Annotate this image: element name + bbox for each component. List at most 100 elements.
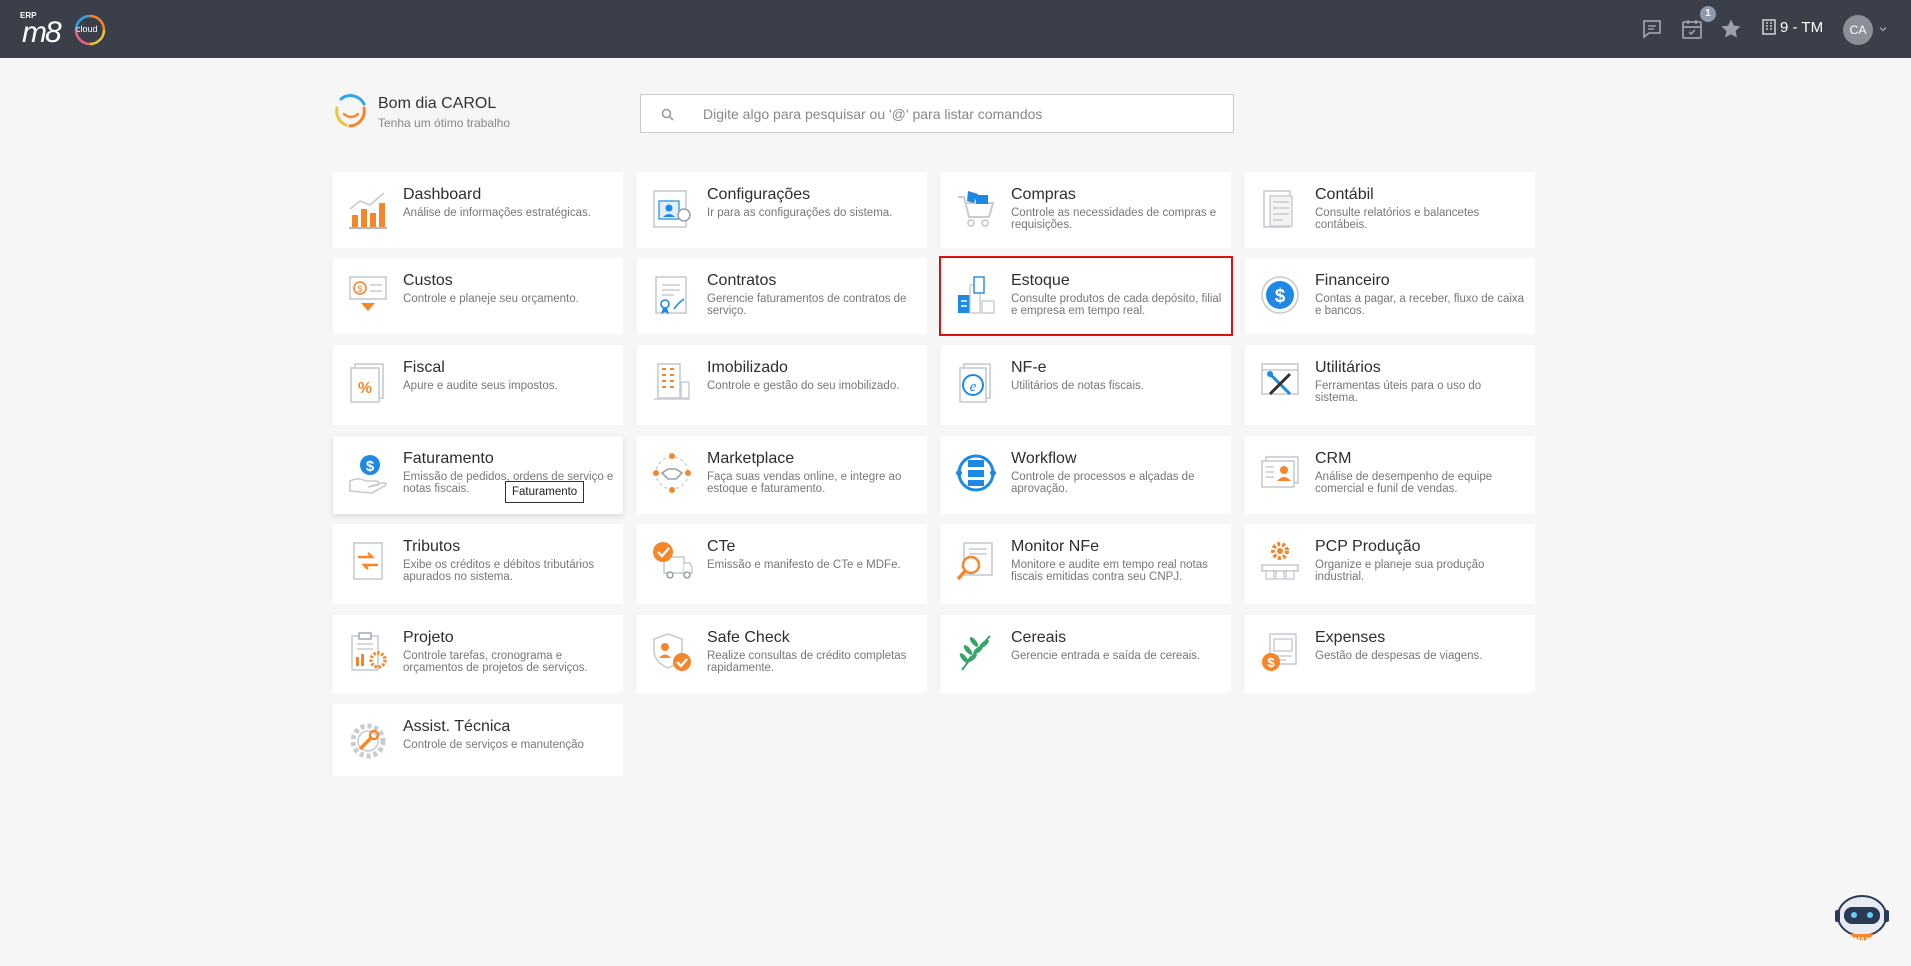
chat-icon[interactable] bbox=[1640, 17, 1664, 41]
greeting-logo-icon bbox=[335, 94, 366, 128]
module-card-pcp-producao[interactable]: PCP Produção Organize e planeje sua produ… bbox=[1245, 524, 1535, 604]
module-card-cereais[interactable]: Cereais Gerencie entrada e saída de cerea… bbox=[941, 615, 1231, 693]
module-title: Configurações bbox=[707, 186, 811, 203]
module-description: Ferramentas úteis para o uso do sistema. bbox=[1315, 380, 1482, 404]
max-assistant-bot[interactable]: MAX bbox=[1832, 890, 1892, 948]
module-description: Gerencie faturamentos de contratos de se… bbox=[707, 293, 907, 317]
module-description: Análise de desempenho de equipe comercia… bbox=[1315, 471, 1493, 495]
svg-text:e: e bbox=[970, 379, 977, 395]
module-card-imobilizado[interactable]: Imobilizado Controle e gestão do seu imob… bbox=[637, 345, 927, 425]
module-card-workflow[interactable]: Workflow Controle de processos e alçadas … bbox=[941, 436, 1231, 514]
contract-icon bbox=[655, 276, 687, 314]
module-card-financeiro[interactable]: $ Financeiro Contas a pagar, a receber, fl… bbox=[1245, 258, 1535, 334]
magnifier-document-icon bbox=[956, 542, 993, 581]
module-card-safe-check[interactable]: Safe Check Realize consultas de crédito c… bbox=[637, 615, 927, 693]
module-card-cte[interactable]: CTe Emissão e manifesto de CTe e MDFe. bbox=[637, 524, 927, 604]
module-description: Utilitários de notas fiscais. bbox=[1011, 380, 1144, 392]
cart-icon bbox=[958, 191, 995, 227]
module-title: Cereais bbox=[1011, 629, 1067, 646]
module-title: Tributos bbox=[403, 538, 461, 555]
handshake-icon bbox=[653, 453, 691, 493]
module-title: Utilitários bbox=[1315, 359, 1381, 376]
module-card-crm[interactable]: CRM Análise de desempenho de equipe comer… bbox=[1245, 436, 1535, 514]
module-title: Safe Check bbox=[707, 629, 790, 646]
module-title: Projeto bbox=[403, 629, 454, 646]
module-card-dashboard[interactable]: Dashboard Análise de informações estratég… bbox=[333, 172, 623, 248]
workflow-icon bbox=[956, 454, 996, 492]
dollar-circle-icon: $ bbox=[1261, 276, 1299, 314]
module-card-contratos[interactable]: Contratos Gerencie faturamentos de contra… bbox=[637, 258, 927, 334]
module-title: Fiscal bbox=[403, 359, 445, 376]
billing-hand-icon: $ bbox=[349, 455, 387, 494]
module-card-contabil[interactable]: Contábil Consulte relatórios e balancetes… bbox=[1245, 172, 1535, 248]
module-card-tributos[interactable]: Tributos Exibe os créditos e débitos trib… bbox=[333, 524, 623, 604]
building-assets-icon bbox=[654, 363, 690, 400]
module-title: Workflow bbox=[1011, 450, 1077, 467]
module-title: Contábil bbox=[1315, 186, 1374, 203]
wheat-icon bbox=[959, 635, 991, 671]
module-card-projeto[interactable]: Projeto Controle tarefas, cronograma e or… bbox=[333, 615, 623, 693]
module-description: Controle as necessidades de compras e re… bbox=[1011, 207, 1217, 231]
module-title: Compras bbox=[1011, 186, 1076, 203]
module-title: Faturamento bbox=[403, 450, 494, 467]
production-gear-icon bbox=[1261, 542, 1299, 580]
tax-arrows-icon bbox=[353, 542, 383, 580]
percent-document-icon: % bbox=[350, 363, 384, 403]
module-title: Estoque bbox=[1011, 272, 1070, 289]
notification-badge: 1 bbox=[1700, 6, 1716, 22]
module-title: Imobilizado bbox=[707, 359, 788, 376]
tools-icon bbox=[1261, 363, 1299, 396]
building-icon bbox=[1762, 19, 1776, 35]
tooltip: Faturamento bbox=[505, 481, 585, 503]
module-card-compras[interactable]: Compras Controle as necessidades de compr… bbox=[941, 172, 1231, 248]
module-description: Consulte relatórios e balancetes contábe… bbox=[1315, 207, 1480, 231]
module-title: Assist. Técnica bbox=[403, 718, 511, 735]
module-description: Organize e planeje sua produção industri… bbox=[1315, 559, 1485, 583]
module-title: Marketplace bbox=[707, 450, 795, 467]
module-card-estoque[interactable]: Estoque Consulte produtos de cada depósit… bbox=[939, 256, 1233, 336]
e-document-icon: e bbox=[959, 363, 991, 403]
svg-text:$: $ bbox=[1275, 286, 1286, 307]
module-card-assist-tecnica[interactable]: Assist. Técnica Controle de serviços e ma… bbox=[333, 704, 623, 776]
chevron-down-icon[interactable] bbox=[1878, 24, 1888, 34]
module-title: Custos bbox=[403, 272, 453, 289]
wrench-gear-icon bbox=[350, 723, 386, 759]
settings-profile-icon bbox=[653, 190, 691, 228]
calculator-icon bbox=[1263, 190, 1293, 228]
company-selector[interactable]: 9 - TM bbox=[1762, 19, 1823, 39]
calendar-icon[interactable] bbox=[1680, 17, 1704, 41]
module-description: Controle e gestão do seu imobilizado. bbox=[707, 380, 900, 392]
module-card-nf-e[interactable]: e NF-e Utilitários de notas fiscais. bbox=[941, 345, 1231, 425]
module-description: Controle de processos e alçadas de aprov… bbox=[1011, 471, 1195, 495]
project-clipboard-icon bbox=[351, 632, 387, 671]
greeting-subtitle: Tenha um ótimo trabalho bbox=[378, 116, 511, 130]
chart-icon bbox=[349, 192, 387, 229]
module-title: Financeiro bbox=[1315, 272, 1390, 289]
module-description: Emissão e manifesto de CTe e MDFe. bbox=[707, 559, 901, 571]
search-input[interactable] bbox=[703, 95, 1223, 132]
module-title: CRM bbox=[1315, 450, 1352, 467]
module-description: Faça suas vendas online, e integre ao es… bbox=[707, 471, 902, 495]
module-card-expenses[interactable]: $ Expenses Gestão de despesas de viagens. bbox=[1245, 615, 1535, 693]
svg-text:$: $ bbox=[357, 284, 362, 294]
module-card-marketplace[interactable]: Marketplace Faça suas vendas online, e in… bbox=[637, 436, 927, 514]
module-description: Gestão de despesas de viagens. bbox=[1315, 650, 1483, 662]
command-search[interactable] bbox=[640, 94, 1234, 133]
module-title: NF-e bbox=[1011, 359, 1047, 376]
search-icon bbox=[661, 108, 674, 121]
module-description: Contas a pagar, a receber, fluxo de caix… bbox=[1315, 293, 1525, 317]
module-description: Consulte produtos de cada depósito, fili… bbox=[1011, 293, 1222, 317]
module-card-configuracoes[interactable]: Configurações Ir para as configurações do… bbox=[637, 172, 927, 248]
crm-card-icon bbox=[1261, 456, 1299, 488]
module-description: Análise de informações estratégicas. bbox=[403, 207, 591, 219]
module-card-custos[interactable]: $ Custos Controle e planeje seu orçamento. bbox=[333, 258, 623, 334]
logo-m8-text: m8 bbox=[22, 16, 62, 49]
module-card-fiscal[interactable]: % Fiscal Apure e audite seus impostos. bbox=[333, 345, 623, 425]
star-icon[interactable] bbox=[1719, 17, 1743, 41]
module-description: Realize consultas de crédito completas r… bbox=[707, 650, 907, 674]
user-avatar[interactable]: CA bbox=[1843, 15, 1873, 45]
m8-cloud-logo[interactable]: ERP m8 cloud bbox=[18, 10, 110, 50]
module-card-utilitarios[interactable]: Utilitários Ferramentas úteis para o uso … bbox=[1245, 345, 1535, 425]
company-label: 9 - TM bbox=[1780, 19, 1824, 36]
module-card-monitor-nfe[interactable]: Monitor NFe Monitore e audite em tempo re… bbox=[941, 524, 1231, 604]
